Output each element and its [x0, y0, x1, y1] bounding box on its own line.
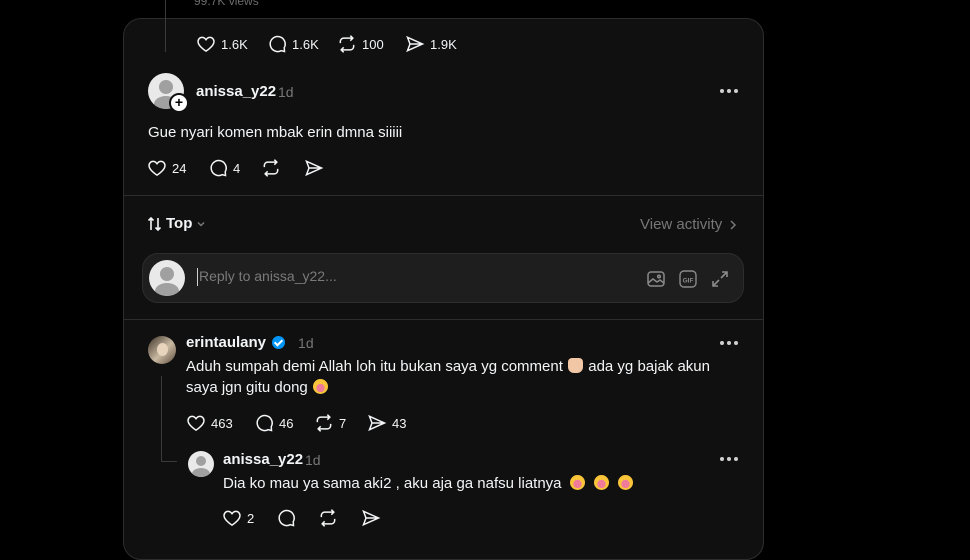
like-count: 2	[247, 510, 255, 526]
more-icon[interactable]	[720, 89, 738, 93]
repost-button[interactable]: 100	[337, 34, 384, 54]
reply-text: Aduh sumpah demi Allah loh itu bukan say…	[186, 356, 726, 398]
comment-icon	[210, 159, 227, 177]
repost-button[interactable]	[261, 158, 281, 178]
comment-icon	[269, 35, 286, 53]
screaming-face-emoji	[312, 379, 328, 394]
share-button[interactable]: 1.9K	[405, 34, 457, 54]
avatar	[149, 260, 185, 296]
view-activity-link[interactable]: View activity	[640, 216, 738, 233]
reply-composer: GIF	[142, 253, 744, 303]
username[interactable]: erintaulany	[186, 334, 266, 351]
share-button[interactable]	[361, 508, 381, 528]
repost-icon	[316, 414, 332, 432]
reply-button[interactable]	[276, 508, 296, 528]
reply-text-line: Dia ko mau ya sama aki2 , aku aja ga naf…	[223, 475, 562, 492]
comment-icon	[256, 414, 273, 432]
reply-text-line2: saya jgn gitu dong	[186, 379, 308, 396]
reply-text-line1b: ada yg bajak akun	[588, 358, 710, 375]
share-icon	[406, 35, 425, 53]
sort-icon	[147, 216, 162, 231]
more-icon[interactable]	[720, 341, 738, 345]
like-button[interactable]: 1.6K	[196, 34, 248, 54]
username[interactable]: anissa_y22	[223, 451, 303, 468]
follow-plus-icon[interactable]: +	[169, 93, 189, 113]
repost-button[interactable]: 7	[314, 413, 346, 433]
reply-text-line1: Aduh sumpah demi Allah loh itu bukan say…	[186, 358, 563, 375]
like-button[interactable]: 2	[222, 508, 254, 528]
like-count: 1.6K	[221, 36, 248, 52]
thread-line	[165, 0, 166, 52]
thread-line	[161, 461, 177, 462]
sort-dropdown[interactable]: Top	[147, 215, 207, 232]
avatar[interactable]	[188, 451, 214, 477]
like-count: 463	[211, 415, 233, 431]
screaming-face-emoji	[569, 475, 585, 490]
like-button[interactable]: 24	[147, 158, 186, 178]
share-button[interactable]: 43	[367, 413, 406, 433]
reply-count: 4	[233, 160, 241, 176]
repost-count: 7	[339, 415, 347, 431]
repost-icon	[339, 35, 355, 53]
repost-icon	[320, 509, 336, 527]
heart-icon	[148, 160, 166, 176]
comment-icon	[278, 509, 295, 527]
screaming-face-emoji	[593, 475, 609, 490]
reply-input[interactable]	[197, 267, 581, 285]
reply-count: 1.6K	[292, 36, 319, 52]
share-icon	[305, 159, 324, 177]
timestamp: 1d	[305, 452, 321, 468]
timestamp: 1d	[298, 334, 314, 351]
share-icon	[368, 414, 387, 432]
share-button[interactable]	[304, 158, 324, 178]
comment-text: Gue nyari komen mbak erin dmna siiiii	[148, 124, 403, 141]
repost-button[interactable]	[318, 508, 338, 528]
gif-icon[interactable]: GIF	[678, 269, 698, 289]
reply-button[interactable]: 4	[208, 158, 240, 178]
verified-icon	[272, 336, 286, 349]
svg-text:GIF: GIF	[683, 278, 694, 285]
chevron-down-icon	[197, 221, 205, 227]
reply-button[interactable]: 1.6K	[267, 34, 319, 54]
view-activity-label: View activity	[640, 216, 723, 233]
more-icon[interactable]	[720, 457, 738, 461]
divider	[123, 319, 763, 320]
reply-text: Dia ko mau ya sama aki2 , aku aja ga naf…	[223, 473, 634, 494]
like-button[interactable]: 463	[186, 413, 233, 433]
repost-count: 100	[362, 36, 384, 52]
chevron-right-icon	[730, 219, 737, 230]
praying-hands-emoji	[568, 358, 584, 373]
image-icon[interactable]	[646, 269, 666, 289]
divider	[123, 195, 763, 196]
reply-button[interactable]: 46	[254, 413, 293, 433]
heart-icon	[187, 415, 205, 431]
timestamp: 1d	[278, 84, 294, 100]
screaming-face-emoji	[618, 475, 634, 490]
share-count: 43	[392, 415, 407, 431]
share-icon	[362, 509, 381, 527]
thread-line	[161, 376, 162, 462]
reply-count: 46	[279, 415, 294, 431]
heart-icon	[197, 36, 215, 52]
text-caret	[197, 268, 198, 286]
repost-icon	[263, 159, 279, 177]
share-count: 1.9K	[430, 36, 457, 52]
username[interactable]: anissa_y22	[196, 83, 276, 100]
views-count: 99.7K views	[194, 0, 259, 8]
sort-label: Top	[166, 215, 193, 232]
like-count: 24	[172, 160, 187, 176]
expand-icon[interactable]	[710, 269, 730, 289]
avatar[interactable]	[148, 336, 176, 364]
heart-icon	[223, 510, 241, 526]
